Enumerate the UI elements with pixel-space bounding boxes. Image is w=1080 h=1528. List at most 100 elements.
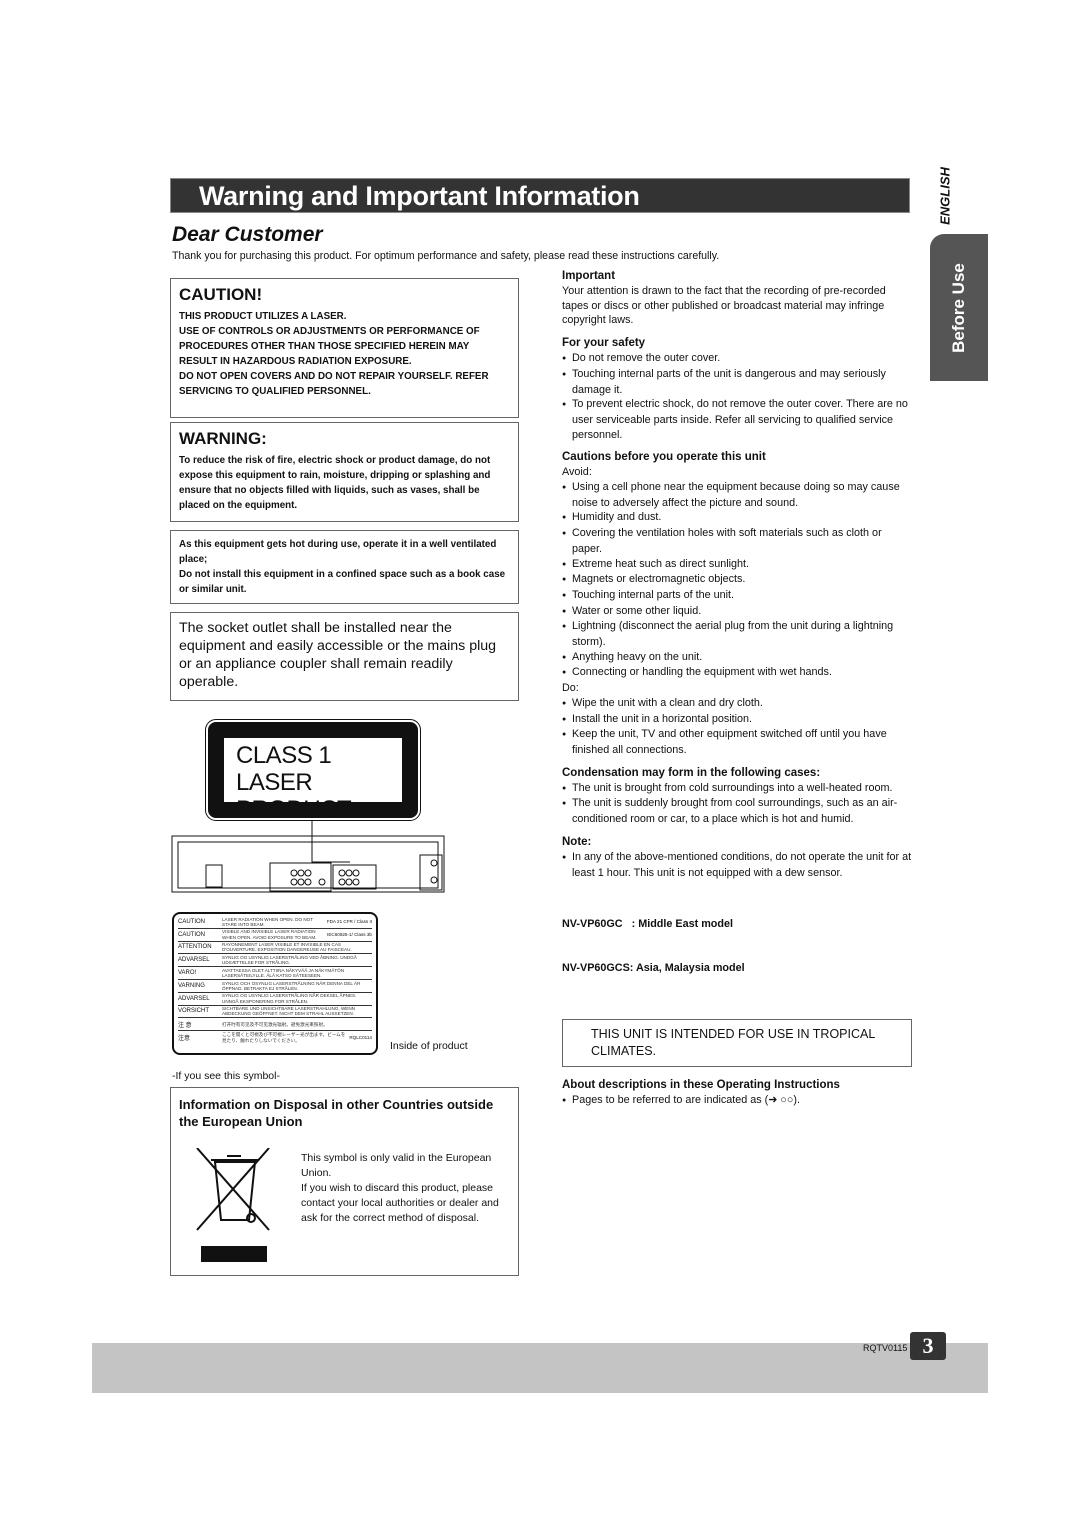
bullet-item: The unit is brought from cold surroundin… xyxy=(562,781,912,797)
label-row: VORSICHT SICHTBARE UND UNSICHTBARE LASERS… xyxy=(178,1006,372,1019)
label-key: CAUTION xyxy=(178,931,205,938)
page-number: 3 xyxy=(910,1332,946,1360)
label-text: RAYONNEMENT LASER VISIBLE ET INVISIBLE E… xyxy=(222,942,352,953)
note-heading: Note: xyxy=(562,835,592,848)
bullet-item: Using a cell phone near the equipment be… xyxy=(562,480,912,510)
about-heading: About descriptions in these Operating In… xyxy=(562,1078,840,1091)
tropical-text: THIS UNIT IS INTENDED FOR USE IN TROPICA… xyxy=(591,1026,875,1058)
laser-class: CLASS 1 xyxy=(236,742,332,769)
bullet-item: Humidity and dust. xyxy=(562,510,912,526)
bullet-item: The unit is suddenly brought from cool s… xyxy=(562,796,912,826)
label-row: CAUTION LASER RADIATION WHEN OPEN. DO NOT… xyxy=(178,916,372,929)
socket-box: The socket outlet shall be installed nea… xyxy=(170,612,519,701)
symbol-note: -If you see this symbol- xyxy=(172,1070,280,1082)
bullet-item: Do not remove the outer cover. xyxy=(562,351,912,367)
warning-box: WARNING: To reduce the risk of fire, ele… xyxy=(170,422,519,522)
important-text: Your attention is drawn to the fact that… xyxy=(562,285,886,327)
label-text: SYNLIG OCH OSYNLIG LASERSTRÅLNING NÄR DE… xyxy=(222,980,361,991)
caution-box: CAUTION! THIS PRODUCT UTILIZES A LASER. … xyxy=(170,278,519,418)
crossed-bin-icon xyxy=(196,1148,270,1262)
bullet-item: Connecting or handling the equipment wit… xyxy=(562,665,912,681)
label-key: CAUTION xyxy=(178,918,205,925)
bullet-item: Wipe the unit with a clean and dry cloth… xyxy=(562,696,912,712)
footer-band xyxy=(92,1343,988,1393)
inside-caption: Inside of product xyxy=(390,1040,468,1052)
label-text: ここを開くと可視及び不可視レーザー光が出ます。ビームを見たり、触れたりしないでく… xyxy=(222,1032,346,1043)
section-tab: Before Use xyxy=(930,234,988,381)
bullet-item: Magnets or electromagnetic objects. xyxy=(562,572,912,588)
label-key: 注 意 xyxy=(178,1022,192,1029)
laser-product: LASER PRODUCT xyxy=(236,769,352,823)
disposal-heading: Information on Disposal in other Countri… xyxy=(179,1097,494,1129)
bullet-item: Touching internal parts of the unit is d… xyxy=(562,367,912,397)
label-ref: RQLC0114 xyxy=(349,1035,372,1041)
ventilation-box: As this equipment gets hot during use, o… xyxy=(170,530,519,604)
disposal-box: Information on Disposal in other Countri… xyxy=(170,1087,519,1276)
label-key: VARO! xyxy=(178,970,197,977)
label-ref: FDA 21 CFR / Class II xyxy=(326,919,372,925)
bullet-item: Pages to be referred to are indicated as… xyxy=(562,1093,912,1109)
label-row: CAUTION VISIBLE AND INVISIBLE LASER RADIA… xyxy=(178,929,372,942)
label-text: LASER RADIATION WHEN OPEN. DO NOT STARE … xyxy=(222,916,313,927)
label-key: VORSICHT xyxy=(178,1008,210,1015)
bullet-item: Extreme heat such as direct sunlight. xyxy=(562,557,912,573)
document-code: RQTV0115 xyxy=(863,1343,908,1353)
bullet-item: Touching internal parts of the unit. xyxy=(562,588,912,604)
ventilation-line: As this equipment gets hot during use, o… xyxy=(179,539,497,565)
bullet-item: Keep the unit, TV and other equipment sw… xyxy=(562,727,912,757)
device-rear-illustration xyxy=(171,820,445,893)
label-row: VARO! AVATTAESSA OLET ALTTIINA NÄKYVÄÄ JA… xyxy=(178,967,372,980)
label-key: ADVARSEL xyxy=(178,957,210,964)
cautions-heading: Cautions before you operate this unit xyxy=(562,451,766,464)
caution-line: USE OF CONTROLS OR ADJUSTMENTS OR PERFOR… xyxy=(179,326,480,367)
disposal-text-1: This symbol is only valid in the Europea… xyxy=(301,1152,492,1179)
intro-text: Thank you for purchasing this product. F… xyxy=(172,250,720,262)
label-text: SYNLIG OG USYNLIG LASERSTRÅLING VED ÅBNI… xyxy=(222,955,357,966)
bullet-item: Covering the ventilation holes with soft… xyxy=(562,526,912,556)
language-label: ENGLISH xyxy=(928,160,962,232)
bullet-item: Lightning (disconnect the aerial plug fr… xyxy=(562,619,912,649)
section-heading: Dear Customer xyxy=(172,223,323,246)
label-row: VARNING SYNLIG OCH OSYNLIG LASERSTRÅLNING… xyxy=(178,980,372,993)
tropical-box: THIS UNIT IS INTENDED FOR USE IN TROPICA… xyxy=(562,1018,912,1067)
label-key: 注意 xyxy=(178,1036,191,1043)
avoid-label: Avoid: xyxy=(562,466,592,479)
safety-heading: For your safety xyxy=(562,337,646,350)
model-line: NV-VP60GC : Middle East model xyxy=(562,917,733,930)
condensation-heading: Condensation may form in the following c… xyxy=(562,766,821,779)
label-text: 打开时有可见及不可见激光辐射。避免激光束照射。 xyxy=(222,1021,328,1027)
label-text: SYNLIG OG USYNLIG LASERSTRÅLING NÅR DEKS… xyxy=(222,993,357,1004)
label-text: AVATTAESSA OLET ALTTIINA NÄKYVÄÄ JA NÄKY… xyxy=(222,967,345,979)
bullet-item: In any of the above-mentioned conditions… xyxy=(562,850,912,880)
caution-line: THIS PRODUCT UTILIZES A LASER. xyxy=(179,311,347,322)
warning-heading: WARNING: xyxy=(179,429,267,448)
laser-label: CLASS 1 LASER PRODUCT xyxy=(205,719,421,823)
right-column: Important Your attention is drawn to the… xyxy=(562,268,912,1109)
section-tab-label: Before Use xyxy=(949,262,968,353)
caution-line: DO NOT OPEN COVERS AND DO NOT REPAIR YOU… xyxy=(179,371,489,397)
important-heading: Important xyxy=(562,270,616,282)
label-text: VISIBLE AND INVISIBLE LASER RADIATION WH… xyxy=(222,929,317,940)
bullet-item: Install the unit in a horizontal positio… xyxy=(562,712,912,728)
label-text: SICHTBARE UND UNSICHTBARE LASERSTRAHLUNG… xyxy=(222,1006,355,1017)
label-row: ADVARSEL SYNLIG OG USYNLIG LASERSTRÅLING … xyxy=(178,993,372,1006)
bullet-item: Anything heavy on the unit. xyxy=(562,650,912,666)
socket-text: The socket outlet shall be installed nea… xyxy=(179,620,497,690)
label-key: VARNING xyxy=(178,982,205,989)
ventilation-line: Do not install this equipment in a confi… xyxy=(179,569,506,595)
language-text: ENGLISH xyxy=(937,167,953,225)
bullet-item: To prevent electric shock, do not remove… xyxy=(562,397,912,442)
label-row: 注意 ここを開くと可視及び不可視レーザー光が出ます。ビームを見たり、触れたりしない… xyxy=(178,1031,372,1044)
do-label: Do: xyxy=(562,682,579,695)
label-key: ATTENTION xyxy=(178,944,212,951)
model-line: NV-VP60GCS: Asia, Malaysia model xyxy=(562,961,745,974)
disposal-text-2: If you wish to discard this product, ple… xyxy=(301,1182,499,1224)
label-row: ADVARSEL SYNLIG OG USYNLIG LASERSTRÅLING … xyxy=(178,954,372,968)
label-ref: IEC60825-1/ Class 3b xyxy=(327,932,372,938)
bullet-item: Water or some other liquid. xyxy=(562,604,912,620)
label-row: 注 意 打开时有可见及不可见激光辐射。避免激光束照射。 xyxy=(178,1018,372,1032)
laser-warning-label: CAUTION LASER RADIATION WHEN OPEN. DO NOT… xyxy=(172,912,378,1055)
label-key: ADVARSEL xyxy=(178,995,210,1002)
label-row: ATTENTION RAYONNEMENT LASER VISIBLE ET IN… xyxy=(178,942,372,955)
page-title: Warning and Important Information xyxy=(170,178,910,213)
